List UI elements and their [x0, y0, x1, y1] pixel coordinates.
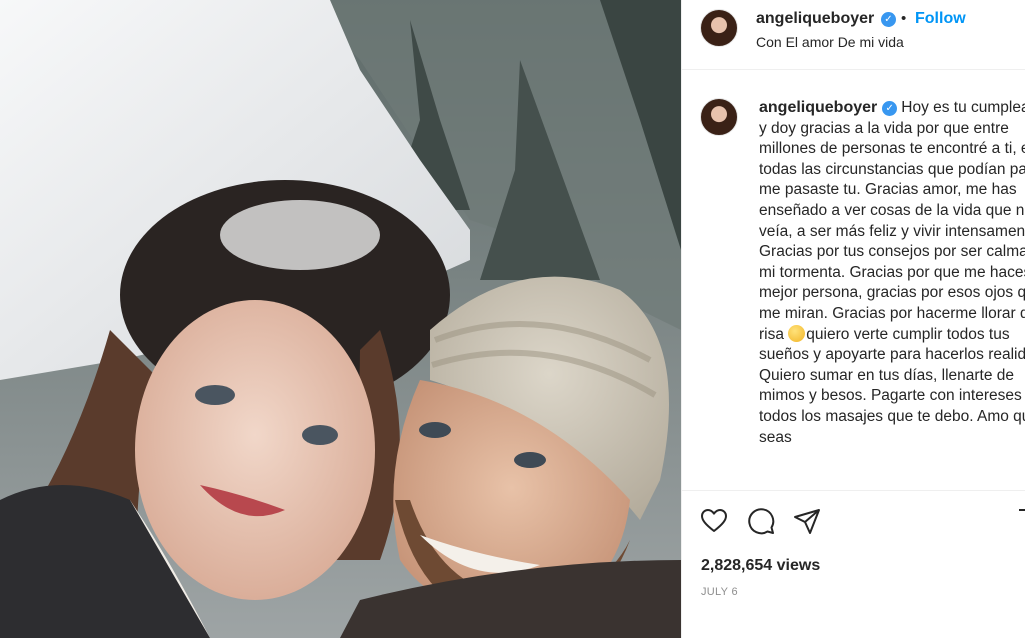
- save-icon[interactable]: [1018, 506, 1025, 536]
- caption-text-part1: Hoy es tu cumpleaños y doy gracias a la …: [759, 99, 1025, 343]
- heart-icon[interactable]: [699, 506, 729, 536]
- verified-badge-icon: ✓: [882, 101, 898, 116]
- author-avatar[interactable]: [700, 9, 738, 47]
- post-actions: 2,828,654 views JULY 6: [682, 490, 1025, 638]
- share-icon[interactable]: [792, 506, 822, 536]
- post-side-panel: angeliqueboyer ✓ • Follow Con El amor De…: [681, 0, 1025, 638]
- caption-text-part2: quiero verte cumplir todos tus sueños y …: [759, 325, 1025, 446]
- comments-section[interactable]: angeliqueboyer ✓Hoy es tu cumpleaños y do…: [682, 70, 1025, 490]
- emoji-face-icon: [788, 324, 806, 342]
- post-caption: angeliqueboyer ✓Hoy es tu cumpleaños y do…: [759, 98, 1025, 448]
- header-separator: •: [901, 10, 907, 27]
- post-location[interactable]: Con El amor De mi vida: [756, 34, 904, 50]
- comment-icon[interactable]: [746, 506, 776, 536]
- post-header: angeliqueboyer ✓ • Follow Con El amor De…: [682, 0, 1025, 70]
- photo-illustration: [0, 0, 681, 638]
- post-photo[interactable]: [0, 0, 681, 638]
- caption-author-avatar[interactable]: [700, 98, 738, 136]
- caption-username[interactable]: angeliqueboyer: [759, 99, 877, 116]
- view-count[interactable]: 2,828,654 views: [701, 557, 820, 575]
- author-username[interactable]: angeliqueboyer: [756, 10, 874, 28]
- follow-button[interactable]: Follow: [915, 10, 966, 28]
- post-date[interactable]: JULY 6: [701, 586, 738, 598]
- verified-badge-icon: ✓: [881, 12, 896, 27]
